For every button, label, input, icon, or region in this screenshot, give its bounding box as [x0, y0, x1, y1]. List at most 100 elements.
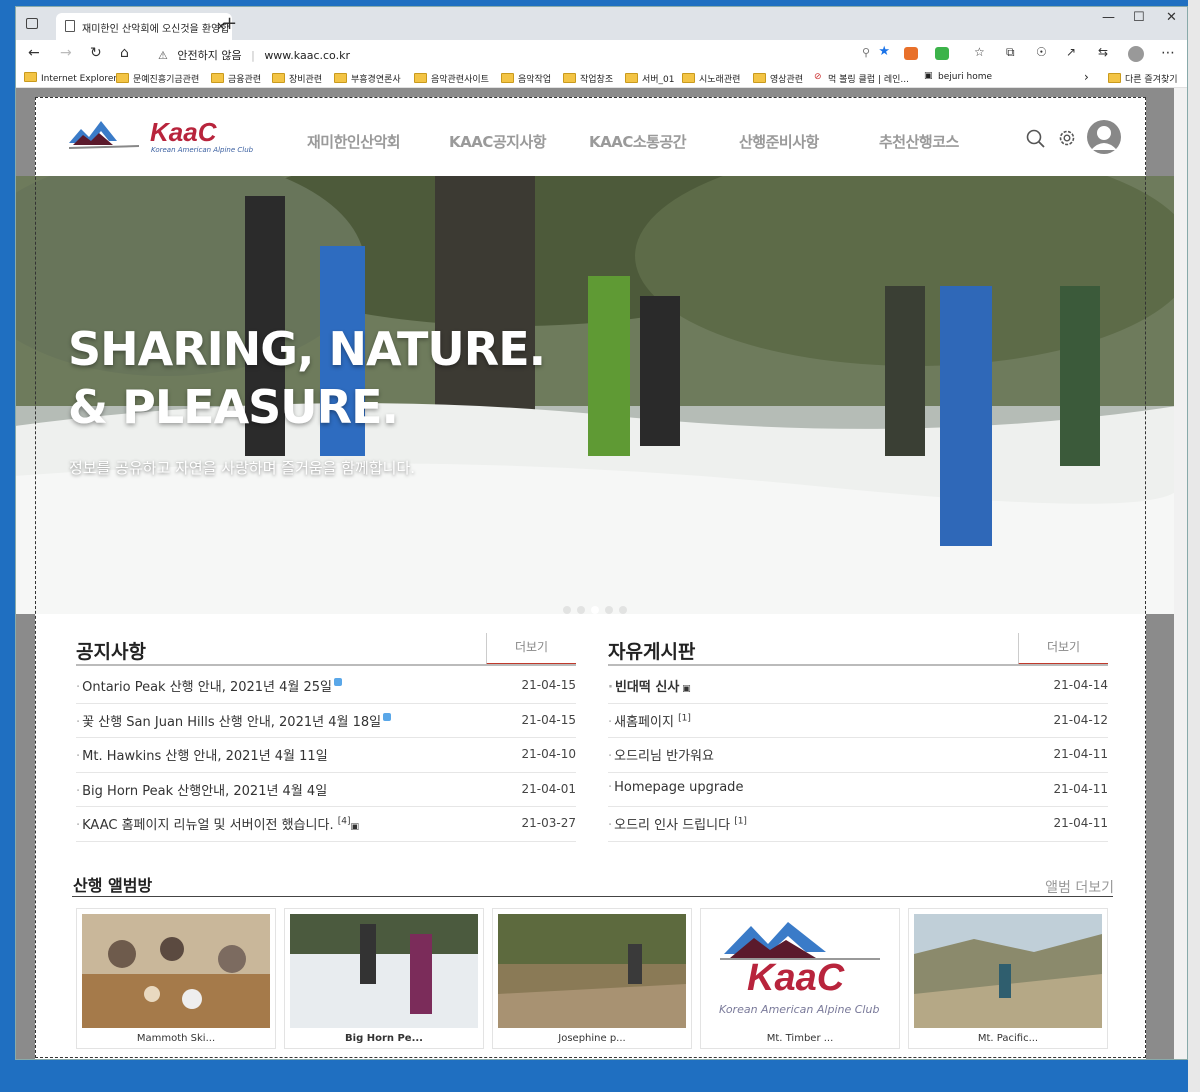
hero-subtitle: 정보를 공유하고 자연을 사랑하며 즐거움을 함께합니다. [69, 459, 416, 477]
nav-item[interactable]: KAAC공지사항 [449, 131, 547, 152]
image-icon: ▣ [350, 822, 359, 832]
album-thumb[interactable]: KaaC Korean American Alpine Club Mt. Tim… [700, 908, 900, 1049]
slider-dots [563, 599, 633, 614]
list-item[interactable]: 오드리님 반가워요21-04-11 [608, 738, 1108, 773]
favorites-bar: Internet Explorer 문예진흥기금관련 금융관련 장비관련 부흥경… [16, 68, 1187, 88]
url-text: www.kaac.co.kr [264, 49, 350, 62]
album-logo-text: KaaC [747, 957, 845, 999]
album-caption: Mt. Timber ... [766, 1033, 834, 1044]
favorite-item[interactable]: 먹 볼링 클럽 | 레인... [828, 72, 909, 85]
chevron-right-icon[interactable]: › [1084, 70, 1089, 84]
board-title: 공지사항 [76, 641, 146, 663]
favorite-item[interactable]: 장비관련 [272, 72, 322, 85]
nav-item[interactable]: 재미한인산악회 [307, 131, 401, 152]
album-thumb[interactable]: Mammoth Ski... [76, 908, 276, 1049]
page-icon: ▣ [924, 71, 933, 81]
list-item[interactable]: KAAC 홈페이지 리뉴얼 및 서버이전 했습니다. [4]▣21-03-27 [76, 807, 576, 842]
forward-icon[interactable]: → [60, 45, 72, 61]
slider-dot[interactable] [605, 606, 613, 614]
home-icon[interactable]: ⌂ [120, 45, 129, 61]
stop-icon: ⊘ [814, 72, 822, 82]
refresh-icon[interactable]: ↻ [90, 45, 102, 61]
image-icon: ▣ [679, 684, 691, 694]
favorite-item[interactable]: 부흥경연론사 [334, 72, 401, 85]
favorite-item[interactable]: 문예진흥기금관련 [116, 72, 199, 85]
address-input[interactable]: ⚠ 안전하지 않음 | www.kaac.co.kr ⚲ ★ [148, 43, 896, 66]
warning-icon: ⚠ [158, 49, 168, 62]
minimize-icon[interactable]: — [1102, 10, 1115, 25]
album-thumb[interactable]: Big Horn Pe... [284, 908, 484, 1049]
list-item[interactable]: 오드리 인사 드립니다 [1]21-04-11 [608, 807, 1108, 842]
album-more-link[interactable]: 앨범 더보기 [1045, 877, 1114, 897]
slider-dot[interactable] [619, 606, 627, 614]
title-bar: 재미한인 산악회에 오신것을 환영합 × + — ☐ ✕ [16, 7, 1187, 40]
more-menu-icon[interactable]: ⋯ [1161, 45, 1175, 61]
album-photo [82, 914, 270, 1028]
shield-icon[interactable]: ☉ [1036, 45, 1047, 59]
scrollbar[interactable] [1174, 88, 1187, 1059]
address-bar-row: ← → ↻ ⌂ ⚠ 안전하지 않음 | www.kaac.co.kr ⚲ ★ ☆… [16, 40, 1187, 68]
album-photo [498, 914, 686, 1028]
share-icon[interactable]: ↗ [1066, 45, 1076, 59]
album-thumb[interactable]: Josephine p... [492, 908, 692, 1049]
album-thumb[interactable]: Mt. Pacific... [908, 908, 1108, 1049]
new-badge-icon [334, 678, 342, 686]
list-item[interactable]: 새홈페이지 [1]21-04-12 [608, 704, 1108, 738]
favorites-icon[interactable]: ☆ [974, 45, 985, 59]
list-item[interactable]: Ontario Peak 산행 안내, 2021년 4월 25일21-04-15 [76, 669, 576, 704]
nav-item[interactable]: KAAC소통공간 [589, 131, 687, 152]
album-caption: Big Horn Pe... [345, 1033, 423, 1044]
slider-dot-active[interactable] [591, 606, 599, 614]
free-more-button[interactable]: 더보기 [1018, 633, 1108, 665]
tab-title: 재미한인 산악회에 오신것을 환영합 [82, 24, 230, 35]
favorite-item[interactable]: 영상관련 [753, 72, 803, 85]
favorite-item[interactable]: Internet Explorer [24, 72, 117, 84]
list-item[interactable]: Big Horn Peak 산행안내, 2021년 4월 4일21-04-01 [76, 773, 576, 807]
back-icon[interactable]: ← [28, 45, 40, 61]
new-badge-icon [383, 712, 392, 721]
list-item[interactable]: Mt. Hawkins 산행 안내, 2021년 4월 11일21-04-10 [76, 738, 576, 773]
notice-more-button[interactable]: 더보기 [486, 633, 576, 665]
search-icon[interactable] [1026, 129, 1046, 149]
favorite-item[interactable]: 음악관련사이트 [414, 72, 489, 85]
favorite-item[interactable]: 금융관련 [211, 72, 261, 85]
favorite-item[interactable]: bejuri home [938, 72, 992, 82]
hero-title: SHARING, NATURE. & PLEASURE. [68, 322, 546, 434]
gear-icon[interactable] [1057, 128, 1077, 148]
list-item[interactable]: 꽃 산행 San Juan Hills 산행 안내, 2021년 4월 18일2… [76, 704, 576, 738]
key-icon[interactable]: ⚲ [862, 46, 870, 59]
site-header: KaaC Korean American Alpine Club 재미한인산악회… [35, 97, 1146, 176]
close-window-icon[interactable]: ✕ [1166, 10, 1177, 25]
extension-icon[interactable] [935, 47, 949, 60]
browser-window: 재미한인 산악회에 오신것을 환영합 × + — ☐ ✕ ← → ↻ ⌂ ⚠ 안… [15, 6, 1188, 1060]
favorite-item[interactable]: 서버_01 [625, 72, 675, 85]
sync-icon[interactable]: ⇆ [1098, 45, 1108, 59]
other-favorites[interactable]: 다른 즐겨찾기 [1108, 72, 1178, 85]
profile-icon[interactable] [1128, 46, 1144, 62]
list-item[interactable]: Homepage upgrade21-04-11 [608, 773, 1108, 807]
extension-icon[interactable] [904, 47, 918, 60]
favorite-item[interactable]: 음악작업 [501, 72, 551, 85]
browser-tab[interactable]: 재미한인 산악회에 오신것을 환영합 × [56, 13, 232, 40]
list-item[interactable]: 빈대떡 신사 ▣21-04-14 [608, 669, 1108, 704]
tab-actions-icon[interactable] [26, 18, 38, 29]
new-tab-button[interactable]: + [222, 13, 237, 34]
slider-dot[interactable] [563, 606, 571, 614]
security-label: 안전하지 않음 [177, 49, 242, 62]
album-caption: Mammoth Ski... [136, 1033, 216, 1044]
user-avatar-icon[interactable] [1086, 119, 1122, 155]
hero-slider[interactable]: SHARING, NATURE. & PLEASURE. 정보를 공유하고 자연을… [16, 176, 1176, 614]
nav-item[interactable]: 추천산행코스 [879, 131, 959, 152]
favorite-item[interactable]: 작업창조 [563, 72, 613, 85]
album-photo [914, 914, 1102, 1028]
web-viewport: KaaC Korean American Alpine Club 재미한인산악회… [16, 88, 1176, 1059]
document-icon [65, 20, 75, 32]
nav-item[interactable]: 산행준비사항 [739, 131, 819, 152]
favorite-star-icon[interactable]: ★ [878, 44, 890, 59]
collections-icon[interactable]: ⧉ [1006, 45, 1015, 60]
maximize-icon[interactable]: ☐ [1133, 10, 1145, 25]
slider-dot[interactable] [577, 606, 585, 614]
album-caption: Josephine p... [558, 1033, 626, 1044]
favorite-item[interactable]: 시노래관련 [682, 72, 740, 85]
album-logo-subtitle: Korean American Alpine Club [719, 1003, 880, 1016]
